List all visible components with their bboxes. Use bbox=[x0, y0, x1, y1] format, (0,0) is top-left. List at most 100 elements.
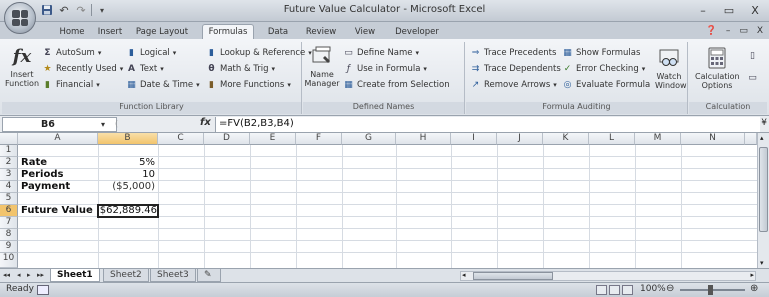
cell-b2[interactable]: 5% bbox=[100, 157, 155, 168]
column-header-e[interactable]: E bbox=[250, 133, 296, 145]
restore-button[interactable]: ▭ bbox=[721, 2, 737, 18]
horizontal-scrollbar[interactable]: ◂ ▸ bbox=[460, 271, 756, 281]
worksheet-grid[interactable]: A B C D E F G H I J K L M N 1 2 3 4 5 6 … bbox=[0, 133, 769, 268]
insert-sheet-icon[interactable]: ✎ bbox=[197, 269, 221, 282]
cell-a3[interactable]: Periods bbox=[21, 169, 63, 180]
calculation-options-button[interactable]: Calculation Options bbox=[693, 46, 741, 90]
remove-arrows-button[interactable]: ↗ Remove Arrows ▾ bbox=[470, 79, 557, 90]
recently-used-button[interactable]: ★ Recently Used ▾ bbox=[42, 63, 123, 74]
tab-review[interactable]: Review bbox=[302, 24, 340, 39]
text-button[interactable]: A Text ▾ bbox=[126, 63, 164, 74]
column-header-m[interactable]: M bbox=[635, 133, 681, 145]
column-header-j[interactable]: J bbox=[497, 133, 543, 145]
tab-page-layout[interactable]: Page Layout bbox=[133, 24, 191, 39]
scroll-left-icon[interactable]: ◂ bbox=[462, 271, 466, 279]
zoom-level[interactable]: 100% bbox=[640, 284, 666, 294]
cell-b3[interactable]: 10 bbox=[100, 169, 155, 180]
watch-window-button[interactable]: Watch Window bbox=[652, 46, 687, 90]
cell-a4[interactable]: Payment bbox=[21, 181, 70, 192]
scroll-down-icon[interactable]: ▾ bbox=[760, 259, 764, 267]
math-trig-button[interactable]: θ Math & Trig ▾ bbox=[206, 63, 275, 74]
scroll-right-icon[interactable]: ▸ bbox=[750, 271, 754, 279]
define-name-button[interactable]: ▭ Define Name ▾ bbox=[343, 47, 419, 58]
select-all-corner[interactable] bbox=[0, 133, 18, 145]
help-icon[interactable]: ❓ bbox=[706, 26, 717, 36]
row-header-4[interactable]: 4 bbox=[0, 181, 18, 193]
ribbon-minimize-icon[interactable]: – bbox=[726, 26, 731, 36]
insert-function-button[interactable]: fx Insert Function bbox=[4, 44, 40, 88]
tab-data[interactable]: Data bbox=[262, 24, 294, 39]
name-manager-button[interactable]: Name Manager bbox=[304, 44, 340, 88]
column-header-k[interactable]: K bbox=[543, 133, 589, 145]
office-button[interactable] bbox=[4, 2, 36, 34]
row-header-2[interactable]: 2 bbox=[0, 157, 18, 169]
column-header-g[interactable]: G bbox=[342, 133, 396, 145]
create-from-selection-button[interactable]: ▦ Create from Selection bbox=[343, 79, 449, 90]
macro-recording-icon[interactable] bbox=[37, 285, 49, 295]
close-button[interactable]: X bbox=[747, 2, 763, 18]
column-header-c[interactable]: C bbox=[158, 133, 204, 145]
sheet-tab-sheet3[interactable]: Sheet3 bbox=[150, 269, 196, 282]
cell-a2[interactable]: Rate bbox=[21, 157, 47, 168]
page-layout-view-icon[interactable] bbox=[609, 285, 620, 295]
horizontal-scroll-thumb[interactable] bbox=[473, 272, 553, 280]
name-box[interactable]: B6 bbox=[2, 117, 117, 132]
error-checking-button[interactable]: ✓ Error Checking ▾ bbox=[562, 63, 646, 74]
column-header-d[interactable]: D bbox=[204, 133, 250, 145]
ribbon-restore-icon[interactable]: ▭ bbox=[739, 26, 748, 36]
financial-button[interactable]: ▮ Financial ▾ bbox=[42, 79, 100, 90]
column-header-n[interactable]: N bbox=[681, 133, 745, 145]
tab-formulas[interactable]: Formulas bbox=[202, 24, 254, 39]
column-header-f[interactable]: F bbox=[296, 133, 342, 145]
calculate-now-icon[interactable]: ▯ bbox=[747, 50, 758, 61]
row-header-10[interactable]: 10 bbox=[0, 253, 18, 268]
row-header-7[interactable]: 7 bbox=[0, 217, 18, 229]
autosum-button[interactable]: Σ AutoSum ▾ bbox=[42, 47, 101, 58]
trace-dependents-button[interactable]: ⇉ Trace Dependents bbox=[470, 63, 561, 74]
zoom-in-icon[interactable]: ⊕ bbox=[750, 283, 758, 294]
expand-formula-bar-icon[interactable]: ¥ bbox=[761, 118, 767, 128]
trace-precedents-button[interactable]: ⇒ Trace Precedents bbox=[470, 47, 557, 58]
row-header-3[interactable]: 3 bbox=[0, 169, 18, 181]
row-header-6[interactable]: 6 bbox=[0, 205, 18, 217]
cell-a6[interactable]: Future Value bbox=[21, 205, 93, 216]
first-sheet-icon[interactable]: ◂◂ bbox=[3, 271, 10, 279]
logical-button[interactable]: ▮ Logical ▾ bbox=[126, 47, 176, 58]
sheet-tab-sheet2[interactable]: Sheet2 bbox=[103, 269, 149, 282]
fx-insert-function-icon[interactable]: fx bbox=[200, 117, 211, 128]
zoom-out-icon[interactable]: ⊖ bbox=[666, 283, 674, 294]
sheet-tab-sheet1[interactable]: Sheet1 bbox=[50, 269, 100, 282]
minimize-button[interactable]: – bbox=[695, 2, 711, 18]
row-header-5[interactable]: 5 bbox=[0, 193, 18, 205]
formula-input[interactable]: =FV(B2,B3,B4) bbox=[215, 117, 760, 132]
next-sheet-icon[interactable]: ▸ bbox=[27, 271, 31, 279]
cell-b4[interactable]: ($5,000) bbox=[100, 181, 155, 192]
row-header-8[interactable]: 8 bbox=[0, 229, 18, 241]
tab-home[interactable]: Home bbox=[55, 24, 89, 39]
tab-view[interactable]: View bbox=[350, 24, 380, 39]
column-header-b[interactable]: B bbox=[98, 133, 158, 145]
calculate-sheet-icon[interactable]: ▭ bbox=[747, 72, 758, 83]
column-header-a[interactable]: A bbox=[18, 133, 98, 145]
show-formulas-button[interactable]: ▦ Show Formulas bbox=[562, 47, 640, 58]
row-header-1[interactable]: 1 bbox=[0, 145, 18, 157]
column-header-i[interactable]: I bbox=[451, 133, 497, 145]
use-in-formula-button[interactable]: ƒ Use in Formula ▾ bbox=[343, 63, 427, 74]
normal-view-icon[interactable] bbox=[596, 285, 607, 295]
lookup-reference-button[interactable]: ▮ Lookup & Reference ▾ bbox=[206, 47, 312, 58]
more-functions-button[interactable]: ▮ More Functions ▾ bbox=[206, 79, 291, 90]
column-header-h[interactable]: H bbox=[396, 133, 451, 145]
ribbon-close-icon[interactable]: X bbox=[757, 26, 763, 36]
tab-insert[interactable]: Insert bbox=[93, 24, 127, 39]
column-header-l[interactable]: L bbox=[589, 133, 635, 145]
evaluate-formula-button[interactable]: ◎ Evaluate Formula bbox=[562, 79, 651, 90]
name-box-dropdown-icon[interactable]: ▾ bbox=[101, 120, 105, 129]
date-time-button[interactable]: ▦ Date & Time ▾ bbox=[126, 79, 199, 90]
scroll-up-icon[interactable]: ▴ bbox=[760, 134, 764, 142]
page-break-view-icon[interactable] bbox=[622, 285, 633, 295]
tab-developer[interactable]: Developer bbox=[392, 24, 442, 39]
vertical-scroll-thumb[interactable] bbox=[759, 147, 768, 232]
zoom-slider-thumb[interactable] bbox=[708, 285, 713, 295]
vertical-scrollbar[interactable]: ▴ ▾ bbox=[757, 133, 769, 268]
row-header-9[interactable]: 9 bbox=[0, 241, 18, 253]
